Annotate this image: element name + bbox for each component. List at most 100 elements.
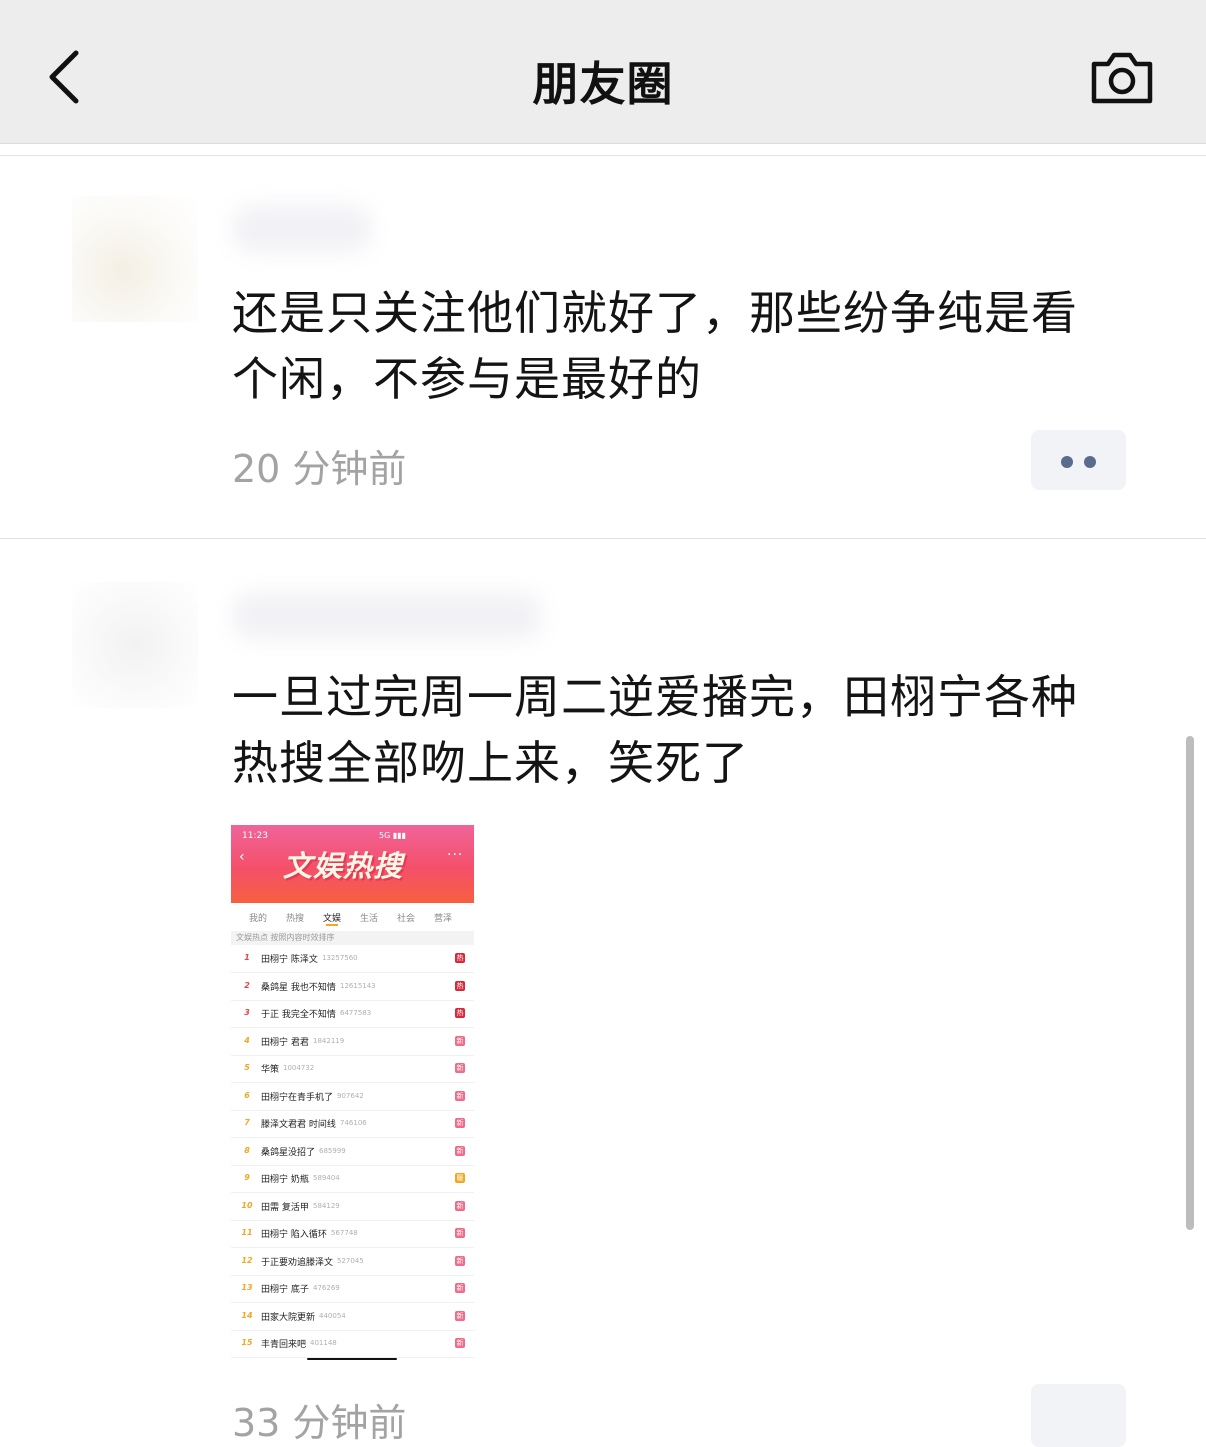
- hot-search-row[interactable]: 6 田栩宁在青手机了 907642 新: [231, 1083, 474, 1111]
- hot-search-row[interactable]: 9 田栩宁 奶瓶 589404 暖: [231, 1165, 474, 1193]
- heat-value: 440054: [319, 1311, 346, 1320]
- more-button[interactable]: [1031, 430, 1126, 490]
- heat-value: 13257560: [322, 954, 358, 962]
- hot-search-row[interactable]: 10 田需 复活甲 584129 新: [231, 1193, 474, 1221]
- avatar[interactable]: [72, 196, 198, 322]
- post-text: 还是只关注他们就好了，那些纷争纯是看个闲，不参与是最好的: [232, 286, 1078, 406]
- status-time: 11:23: [242, 831, 268, 841]
- hot-search-row[interactable]: 5 华策 1004732 新: [231, 1055, 474, 1083]
- hot-search-keyword: 田需 复活甲: [261, 1202, 309, 1213]
- banner-title: 文娱热搜: [283, 849, 404, 883]
- rank-number: 6: [244, 1090, 250, 1100]
- hot-search-row[interactable]: 12 于正要劝追滕泽文 527045 新: [231, 1248, 474, 1276]
- hot-search-keyword: 田栩宁 陷入循环: [261, 1230, 327, 1240]
- tab-4[interactable]: 社会: [397, 911, 415, 924]
- more-dots-icon: [1084, 456, 1096, 468]
- status-badge: 热: [455, 1008, 465, 1018]
- hot-search-row[interactable]: 8 桑鸽星没招了 685999 新: [231, 1138, 474, 1166]
- camera-icon: [1091, 52, 1153, 104]
- divider: [0, 155, 1206, 156]
- status-badge: 热: [455, 980, 465, 991]
- hot-search-keyword: 田栩宁 君君: [261, 1037, 309, 1048]
- hot-search-keyword: 田栩宁 奶瓶: [261, 1175, 309, 1185]
- more-button[interactable]: [1031, 1384, 1126, 1447]
- username-blurred[interactable]: [232, 205, 372, 253]
- hot-search-row[interactable]: 7 滕泽文君君 时间线 746106 新: [231, 1110, 474, 1138]
- hot-search-keyword: 田栩宁在青手机了: [261, 1092, 334, 1103]
- active-tab-indicator: [326, 924, 338, 926]
- post-time: 20 分钟前: [232, 447, 407, 491]
- tab-3[interactable]: 生活: [360, 911, 378, 924]
- post-image[interactable]: 11:23 5G ▮▮▮ ‹ 文娱热搜 ··· 我的 热搜 文娱 生活 社会 营泽 文娱热…: [231, 825, 474, 1362]
- list-subheader: 文娱热点 按照内容时效排序: [231, 931, 474, 945]
- status-badge: 新: [455, 1145, 465, 1156]
- scrollbar[interactable]: [1186, 736, 1194, 1230]
- heat-value: 567748: [331, 1229, 358, 1237]
- rank-number: 13: [241, 1283, 253, 1292]
- rank-number: 14: [241, 1310, 253, 1320]
- heat-value: 12615143: [340, 981, 376, 990]
- heat-value: 1842119: [313, 1036, 345, 1045]
- rank-number: 5: [244, 1063, 250, 1072]
- hot-search-keyword: 华策: [261, 1065, 280, 1075]
- hot-search-keyword: 田栩宁 底子: [261, 1285, 309, 1295]
- hot-search-row[interactable]: 15 丰青回来吧 401148 新: [231, 1330, 474, 1358]
- heat-value: 685999: [319, 1146, 346, 1155]
- divider: [0, 538, 1206, 539]
- rank-number: 7: [244, 1118, 250, 1127]
- post-text: 一旦过完周一周二逆爱播完，田栩宁各种热搜全部吻上来，笑死了: [232, 670, 1078, 790]
- camera-button[interactable]: [1088, 50, 1156, 106]
- status-badge: 新: [455, 1063, 465, 1073]
- hot-search-keyword: 田家大院更新: [261, 1312, 316, 1323]
- category-tabs: 我的 热搜 文娱 生活 社会 营泽: [231, 907, 474, 929]
- avatar[interactable]: [72, 582, 198, 708]
- status-badge: 新: [455, 1035, 465, 1046]
- tab-5[interactable]: 营泽: [434, 911, 452, 924]
- rank-number: 12: [241, 1255, 253, 1265]
- hot-search-keyword: 桑鸽星 我也不知情: [261, 982, 336, 993]
- hot-search-row[interactable]: 4 田栩宁 君君 1842119 新: [231, 1028, 474, 1056]
- status-badge: 新: [455, 1200, 465, 1211]
- hot-search-row[interactable]: 13 田栩宁 底子 476269 新: [231, 1275, 474, 1303]
- heat-value: 476269: [313, 1284, 340, 1292]
- status-badge: 新: [455, 1118, 465, 1128]
- status-badge: 新: [455, 1283, 465, 1293]
- rank-number: 4: [244, 1035, 250, 1045]
- hot-search-keyword: 田栩宁 陈泽文: [261, 955, 318, 965]
- heat-value: 584129: [313, 1201, 340, 1210]
- rank-number: 1: [244, 953, 250, 962]
- hot-search-keyword: 于正 我完全不知情: [261, 1010, 336, 1020]
- hot-search-row[interactable]: 2 桑鸽星 我也不知情 12615143 热: [231, 973, 474, 1001]
- status-badge: 新: [455, 1228, 465, 1238]
- ellipsis-icon: ···: [447, 847, 464, 863]
- hot-search-banner: 11:23 5G ▮▮▮ ‹ 文娱热搜 ···: [231, 825, 474, 903]
- heat-value: 401148: [310, 1339, 337, 1347]
- heat-value: 527045: [337, 1256, 364, 1265]
- hot-search-keyword: 桑鸽星没招了: [261, 1147, 316, 1158]
- tab-1[interactable]: 热搜: [286, 911, 304, 924]
- hot-search-row[interactable]: 14 田家大院更新 440054 新: [231, 1303, 474, 1331]
- hot-search-keyword: 于正要劝追滕泽文: [261, 1257, 334, 1268]
- heat-value: 589404: [313, 1174, 340, 1182]
- rank-number: 15: [241, 1338, 253, 1347]
- status-badge: 新: [455, 1310, 465, 1321]
- status-badge: 新: [455, 1338, 465, 1348]
- status-badge: 暖: [455, 1173, 465, 1183]
- rank-number: 2: [244, 980, 250, 990]
- rank-number: 10: [241, 1200, 253, 1210]
- status-badge: 热: [455, 953, 465, 963]
- hot-search-row[interactable]: 11 田栩宁 陷入循环 567748 新: [231, 1220, 474, 1248]
- tab-2[interactable]: 文娱: [323, 911, 341, 924]
- tab-0[interactable]: 我的: [249, 911, 267, 924]
- hot-search-row[interactable]: 1 田栩宁 陈泽文 13257560 热: [231, 945, 474, 973]
- rank-number: 8: [244, 1145, 250, 1155]
- username-blurred[interactable]: [232, 592, 542, 640]
- status-badge: 新: [455, 1255, 465, 1266]
- status-indicators: 5G ▮▮▮: [379, 831, 407, 840]
- heat-value: 907642: [337, 1091, 364, 1100]
- hot-search-row[interactable]: 3 于正 我完全不知情 6477583 热: [231, 1000, 474, 1028]
- list-subheader-text: 文娱热点 按照内容时效排序: [236, 933, 335, 942]
- post-time: 33 分钟前: [232, 1401, 407, 1445]
- hot-search-keyword: 丰青回来吧: [261, 1340, 307, 1350]
- rank-number: 9: [244, 1173, 250, 1182]
